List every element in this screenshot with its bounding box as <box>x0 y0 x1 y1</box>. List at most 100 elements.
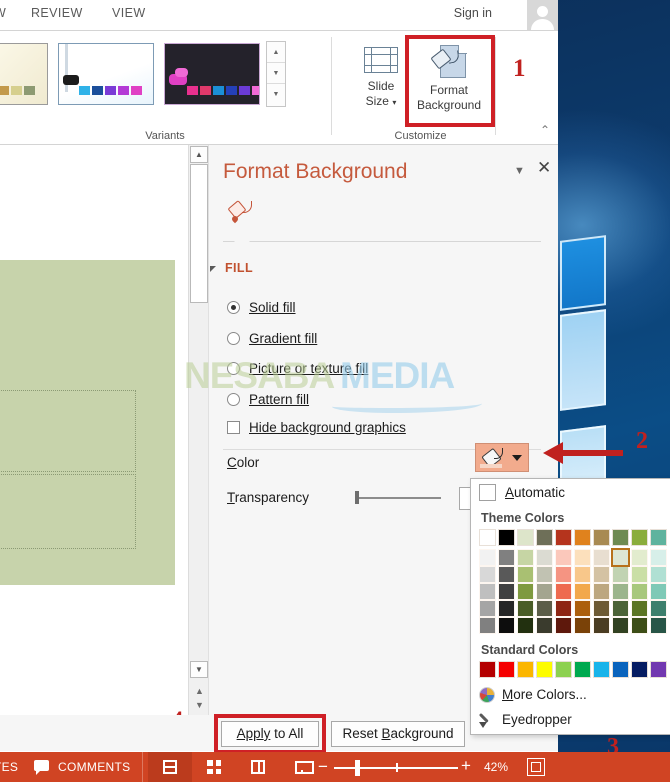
theme-color-swatch[interactable] <box>650 529 667 546</box>
fill-tab-icon[interactable] <box>227 198 255 224</box>
theme-color-swatch[interactable] <box>574 549 591 566</box>
standard-color-swatch[interactable] <box>631 661 648 678</box>
radio-gradient-fill[interactable]: Gradient fill <box>227 331 317 346</box>
theme-color-swatch[interactable] <box>574 583 591 600</box>
menu-item-more-colors[interactable]: More Colors... <box>471 682 670 707</box>
menu-item-eyedropper[interactable]: Eyedropper <box>471 707 670 732</box>
theme-color-swatch[interactable] <box>479 529 496 546</box>
standard-color-swatch[interactable] <box>479 661 496 678</box>
standard-color-swatch[interactable] <box>517 661 534 678</box>
standard-color-swatch[interactable] <box>650 661 667 678</box>
standard-color-swatch[interactable] <box>593 661 610 678</box>
scroll-up-icon[interactable]: ▲ <box>190 146 208 163</box>
tab-review[interactable]: REVIEW <box>31 6 83 20</box>
close-icon[interactable]: ✕ <box>537 159 551 176</box>
theme-color-swatch[interactable] <box>536 617 553 634</box>
theme-color-swatch[interactable] <box>650 566 667 583</box>
collapse-ribbon-icon[interactable]: ⌃ <box>540 123 550 137</box>
theme-color-swatch[interactable] <box>536 566 553 583</box>
slide-size-button[interactable]: Slide Size ▾ <box>354 41 408 123</box>
scroll-down-icon[interactable]: ▼ <box>190 661 208 678</box>
theme-color-swatch[interactable] <box>517 583 534 600</box>
theme-color-swatch[interactable] <box>611 548 630 567</box>
slide-vertical-scrollbar[interactable]: ▲ ▼ ▲ ▼ <box>188 145 208 715</box>
fill-section-chevron-icon[interactable] <box>210 266 216 272</box>
color-picker-button[interactable] <box>475 443 529 472</box>
theme-color-swatch[interactable] <box>650 600 667 617</box>
view-reading-button[interactable] <box>236 752 280 782</box>
theme-color-swatch[interactable] <box>498 549 515 566</box>
theme-color-swatch[interactable] <box>517 529 534 546</box>
variants-scroll-up-icon[interactable]: ▲ <box>267 42 285 63</box>
theme-color-swatch[interactable] <box>650 583 667 600</box>
theme-color-swatch[interactable] <box>593 549 610 566</box>
theme-color-swatch[interactable] <box>650 617 667 634</box>
theme-color-swatch[interactable] <box>555 600 572 617</box>
slide-canvas[interactable] <box>0 260 175 585</box>
theme-color-swatch[interactable] <box>536 549 553 566</box>
theme-color-swatch[interactable] <box>593 583 610 600</box>
previous-slide-icon[interactable]: ▲ <box>193 685 206 698</box>
variants-scroll-down-icon[interactable]: ▼ <box>267 63 285 84</box>
theme-color-swatch[interactable] <box>612 600 629 617</box>
theme-color-swatch[interactable] <box>498 617 515 634</box>
variants-scroll-buttons[interactable]: ▲ ▼ ▼ <box>266 41 286 107</box>
tab-view[interactable]: VIEW <box>112 6 146 20</box>
theme-color-swatch[interactable] <box>498 529 515 546</box>
tab-partial[interactable]: W <box>0 6 6 20</box>
theme-color-swatch[interactable] <box>536 583 553 600</box>
theme-color-swatch[interactable] <box>612 566 629 583</box>
theme-color-swatch[interactable] <box>574 617 591 634</box>
theme-color-swatch[interactable] <box>498 566 515 583</box>
zoom-out-button[interactable]: − <box>318 758 328 775</box>
scrollbar-thumb[interactable] <box>190 164 208 303</box>
theme-color-swatch[interactable] <box>555 529 572 546</box>
theme-color-swatch[interactable] <box>631 583 648 600</box>
transparency-slider-thumb[interactable] <box>355 491 359 504</box>
standard-colors-grid[interactable] <box>471 661 670 678</box>
theme-color-swatch[interactable] <box>479 549 496 566</box>
theme-color-swatch[interactable] <box>517 549 534 566</box>
chevron-down-icon[interactable] <box>512 455 522 461</box>
comments-button-label[interactable]: COMMENTS <box>58 760 130 774</box>
variant-thumbnail-2[interactable] <box>58 43 154 105</box>
theme-color-swatch[interactable] <box>593 529 610 546</box>
reset-background-button[interactable]: Reset Background <box>331 721 465 747</box>
standard-color-swatch[interactable] <box>612 661 629 678</box>
theme-color-swatch[interactable] <box>498 583 515 600</box>
pane-options-chevron-down-icon[interactable]: ▼ <box>514 165 525 177</box>
variant-thumbnail-1[interactable] <box>0 43 48 105</box>
theme-color-swatch[interactable] <box>555 549 572 566</box>
variants-more-icon[interactable]: ▼ <box>267 84 285 105</box>
radio-picture-or-texture-fill[interactable]: Picture or texture fill <box>227 361 368 376</box>
notes-button-label[interactable]: TES <box>0 760 18 774</box>
theme-color-swatch[interactable] <box>612 529 629 546</box>
next-slide-icon[interactable]: ▼ <box>193 699 206 712</box>
slide-placeholder-subtitle[interactable] <box>0 474 136 549</box>
theme-color-swatch[interactable] <box>498 600 515 617</box>
standard-color-swatch[interactable] <box>555 661 572 678</box>
theme-color-swatch[interactable] <box>593 617 610 634</box>
checkbox-hide-background-graphics[interactable]: Hide background graphics <box>227 420 406 435</box>
view-slide-sorter-button[interactable] <box>192 752 236 782</box>
theme-color-swatch[interactable] <box>574 566 591 583</box>
theme-color-swatch[interactable] <box>517 600 534 617</box>
theme-color-swatch[interactable] <box>479 617 496 634</box>
theme-color-swatch[interactable] <box>631 600 648 617</box>
avatar[interactable] <box>527 0 558 33</box>
radio-pattern-fill[interactable]: Pattern fill <box>227 392 309 407</box>
theme-color-swatch[interactable] <box>631 566 648 583</box>
radio-solid-fill[interactable]: Solid fill <box>227 300 296 315</box>
theme-color-swatch[interactable] <box>479 583 496 600</box>
zoom-slider-thumb[interactable] <box>355 760 360 776</box>
theme-color-swatch[interactable] <box>593 566 610 583</box>
theme-color-swatch[interactable] <box>631 549 648 566</box>
theme-color-swatch[interactable] <box>536 600 553 617</box>
theme-color-swatch[interactable] <box>631 529 648 546</box>
theme-color-swatch[interactable] <box>574 529 591 546</box>
theme-color-swatch[interactable] <box>555 583 572 600</box>
standard-color-swatch[interactable] <box>536 661 553 678</box>
standard-color-swatch[interactable] <box>574 661 591 678</box>
zoom-percent-label[interactable]: 42% <box>484 760 508 774</box>
theme-color-swatch[interactable] <box>536 529 553 546</box>
